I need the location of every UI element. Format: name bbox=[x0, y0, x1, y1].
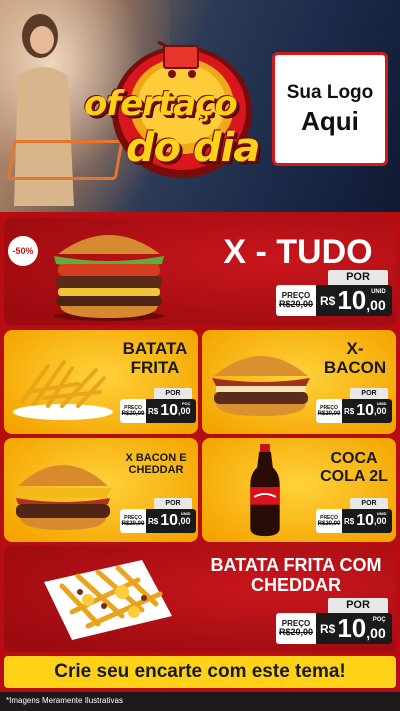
product-name: X- BACON bbox=[323, 339, 387, 377]
currency: R$ bbox=[320, 621, 336, 636]
currency: R$ bbox=[320, 293, 336, 308]
unit-label: POÇ bbox=[181, 401, 191, 406]
por-label: POR bbox=[154, 498, 192, 509]
brand-placeholder-line2: Aqui bbox=[301, 105, 359, 136]
unit-label: UNID bbox=[180, 511, 191, 516]
currency: R$ bbox=[344, 406, 355, 416]
product-name: BATATA FRITA bbox=[122, 339, 188, 377]
price-dec: ,00 bbox=[178, 406, 191, 416]
price-int: 10 bbox=[356, 511, 375, 529]
disclaimer-text: *Imagens Meramente Ilustrativas bbox=[6, 696, 123, 705]
burger-image bbox=[54, 235, 164, 321]
por-label: POR bbox=[328, 598, 388, 613]
product-card-x-tudo[interactable]: X - TUDO POR PREÇO R$20,00 R$ 10 ,00 UNI… bbox=[4, 218, 396, 325]
brand-placeholder-line1: Sua Logo bbox=[286, 81, 374, 103]
soda-bottle-image bbox=[250, 443, 280, 537]
old-price: R$20,00 bbox=[278, 299, 314, 309]
price-tag: POR PREÇO R$20,00 R$ 10 ,00 UNID bbox=[316, 498, 392, 538]
por-label: POR bbox=[350, 498, 388, 509]
old-price: R$20,00 bbox=[317, 410, 341, 417]
price-tag: POR PREÇO R$20,00 R$ 10 ,00 UNID bbox=[120, 498, 196, 538]
discount-badge: -50% bbox=[8, 236, 38, 266]
price-int: 10 bbox=[160, 511, 179, 529]
old-price: R$20,00 bbox=[317, 520, 341, 527]
por-label: POR bbox=[350, 388, 388, 399]
campaign-title-line1: ofertaço bbox=[84, 84, 238, 124]
price-dec: ,00 bbox=[374, 406, 387, 416]
price-int: 10 bbox=[160, 401, 179, 419]
price-dec: ,00 bbox=[366, 625, 386, 641]
old-price: R$20,00 bbox=[121, 410, 145, 417]
price-tag: POR PREÇO R$20,00 R$ 10 ,00 POÇ bbox=[120, 388, 196, 428]
old-price: R$20,00 bbox=[121, 520, 145, 527]
currency: R$ bbox=[148, 406, 159, 416]
price-int: 10 bbox=[356, 401, 375, 419]
product-name: BATATA FRITA COM CHEDDAR bbox=[210, 555, 382, 595]
por-label: POR bbox=[328, 270, 388, 285]
price-int: 10 bbox=[337, 613, 367, 643]
header-banner: ofertaço do dia Sua Logo Aqui bbox=[0, 0, 400, 212]
bacon-burger-image bbox=[212, 356, 310, 416]
unit-label: UNID bbox=[376, 511, 387, 516]
price-tag: POR PREÇO R$20,00 R$ 10 ,00 UNID bbox=[316, 388, 392, 428]
brand-logo-placeholder: Sua Logo Aqui bbox=[272, 52, 388, 166]
cta-banner[interactable]: Crie seu encarte com este tema! bbox=[4, 656, 396, 688]
price-dec: ,00 bbox=[374, 516, 387, 526]
product-card-coca-cola[interactable]: COCA COLA 2L POR PREÇO R$20,00 R$ 10 ,00… bbox=[202, 438, 396, 542]
product-card-batata-cheddar[interactable]: BATATA FRITA COM CHEDDAR POR PREÇO R$20,… bbox=[4, 546, 396, 652]
por-label: POR bbox=[154, 388, 192, 399]
price-tag: POR PREÇO R$20,00 R$ 10 ,00 UNID bbox=[276, 270, 392, 320]
cheddar-fries-image bbox=[44, 560, 172, 640]
campaign-title-line2: do dia bbox=[126, 125, 260, 171]
currency: R$ bbox=[344, 516, 355, 526]
unit-label: POÇ bbox=[372, 617, 386, 623]
unit-label: UNID bbox=[371, 289, 386, 295]
product-card-x-bacon[interactable]: X- BACON POR PREÇO R$20,00 R$ 10 ,00 UNI… bbox=[202, 330, 396, 434]
old-price: R$20,00 bbox=[278, 627, 314, 637]
price-int: 10 bbox=[337, 285, 367, 315]
product-name: X - TUDO bbox=[223, 233, 373, 271]
product-name: COCA COLA 2L bbox=[320, 450, 388, 485]
price-dec: ,00 bbox=[178, 516, 191, 526]
unit-label: UNID bbox=[376, 401, 387, 406]
product-card-batata-frita[interactable]: BATATA FRITA POR PREÇO R$20,00 R$ 10 ,00… bbox=[4, 330, 198, 434]
product-card-x-bacon-cheddar[interactable]: X BACON E CHEDDAR POR PREÇO R$20,00 R$ 1… bbox=[4, 438, 198, 542]
fries-image bbox=[13, 360, 113, 420]
currency: R$ bbox=[148, 516, 159, 526]
price-dec: ,00 bbox=[366, 297, 386, 313]
cheddar-burger-image bbox=[14, 465, 112, 530]
product-name: X BACON E CHEDDAR bbox=[125, 452, 187, 477]
price-tag: POR PREÇO R$20,00 R$ 10 ,00 POÇ bbox=[276, 598, 392, 648]
